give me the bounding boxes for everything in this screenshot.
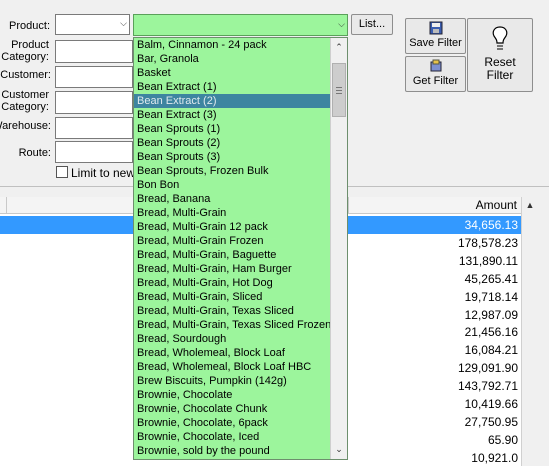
dropdown-item[interactable]: Brew Biscuits, Pumpkin (142g) [134, 374, 330, 388]
dropdown-item[interactable]: Bean Extract (1) [134, 80, 330, 94]
dropdown-item[interactable]: Basket [134, 66, 330, 80]
dropdown-item[interactable]: Bread, Multi-Grain, Ham Burger [134, 262, 330, 276]
get-filter-label: Get Filter [412, 75, 459, 87]
dropdown-item[interactable]: Bon Bon [134, 178, 330, 192]
list-button-label: List... [358, 18, 386, 30]
customer-field[interactable] [55, 66, 133, 88]
amount-cell: 19,718.14 [464, 289, 518, 304]
dropdown-item[interactable]: Bean Sprouts (1) [134, 122, 330, 136]
dropdown-item[interactable]: Brownie, sold by the pound [134, 444, 330, 458]
amount-cell: 178,578.23 [457, 235, 518, 250]
chevron-down-icon: ⌵ [338, 19, 345, 29]
reset-filter-label: Reset Filter [484, 55, 516, 82]
dropdown-items: Balm, Cinnamon - 24 pack Bar, Granola Bask… [134, 38, 331, 458]
dropdown-item[interactable]: Brownie, Chocolate [134, 388, 330, 402]
grid-scrollbar[interactable]: ▲ [521, 197, 539, 466]
dropdown-item[interactable]: Bean Sprouts (2) [134, 136, 330, 150]
dropdown-item[interactable]: Bread, Banana [134, 192, 330, 206]
grip-line [336, 93, 342, 94]
amount-cell: 16,084.21 [464, 343, 518, 358]
product-dropdown-list[interactable]: Balm, Cinnamon - 24 pack Bar, Granola Bask… [133, 37, 348, 460]
amount-cell: 34,656.13 [464, 218, 518, 232]
scroll-up-icon[interactable]: ⌃ [331, 39, 347, 55]
open-file-icon [430, 59, 441, 72]
grip-line [336, 90, 342, 91]
amount-cell: 131,890.11 [458, 253, 518, 268]
dropdown-item[interactable]: Bread, Multi-Grain, Hot Dog [134, 276, 330, 290]
amount-cell: 12,987.09 [464, 307, 518, 322]
get-filter-button[interactable]: Get Filter [405, 56, 466, 92]
scroll-down-icon[interactable]: ⌄ [331, 441, 347, 457]
reset-filter-button[interactable]: Reset Filter [467, 18, 533, 92]
amount-cell: 65.90 [487, 432, 518, 447]
dropdown-item[interactable]: Bread, Sourdough [134, 332, 330, 346]
product-name-combobox[interactable]: ⌵ [133, 14, 348, 36]
dropdown-item[interactable]: Bread, Multi-Grain 12 pack [134, 220, 330, 234]
customer-label: Customer: [0, 69, 51, 81]
dropdown-item[interactable]: Brownie, Chocolate, Iced [134, 430, 330, 444]
dropdown-item[interactable]: Brownie, Chocolate Chunk [134, 402, 330, 416]
limit-checkbox-label: Limit to new [71, 166, 133, 180]
save-disk-icon [429, 21, 442, 35]
amount-cell: 143,792.71 [457, 379, 518, 394]
save-filter-button[interactable]: Save Filter [405, 18, 466, 54]
dropdown-item[interactable]: Bread, Wholemeal, Block Loaf HBC [134, 360, 330, 374]
dropdown-item[interactable]: Bread, Multi-Grain [134, 206, 330, 220]
dropdown-item[interactable]: Bean Sprouts (3) [134, 150, 330, 164]
route-label: Route: [18, 147, 51, 159]
grip-line [336, 87, 342, 88]
customer-category-field[interactable] [55, 91, 133, 114]
warehouse-field[interactable] [55, 117, 133, 139]
dropdown-item[interactable]: Bread, Wholemeal, Block Loaf [134, 346, 330, 360]
product-category-label: Product Category: [1, 39, 49, 63]
amount-cell: 129,091.90 [457, 361, 518, 376]
dropdown-item[interactable]: Bread, Multi-Grain, Sliced [134, 290, 330, 304]
product-category-field[interactable] [55, 40, 133, 63]
amount-cell: 10,419.66 [464, 397, 518, 411]
scroll-thumb[interactable] [332, 63, 346, 117]
amount-cell: 21,456.16 [464, 325, 518, 340]
scroll-up-icon[interactable]: ▲ [522, 197, 538, 213]
dropdown-item[interactable]: Bean Extract (2) [134, 94, 330, 108]
dropdown-item[interactable]: Bar, Granola [134, 52, 330, 66]
dropdown-item[interactable]: Bread, Multi-Grain Frozen [134, 234, 330, 248]
dropdown-item[interactable]: Bean Extract (3) [134, 108, 330, 122]
amount-cell: 45,265.41 [464, 271, 518, 286]
route-field[interactable] [55, 141, 133, 163]
amount-column-header[interactable]: Amount [348, 197, 521, 214]
list-button[interactable]: List... [351, 14, 393, 35]
dropdown-item[interactable]: Brownie, Chocolate, 6pack [134, 416, 330, 430]
product-label: Product: [9, 20, 50, 32]
warehouse-label: Warehouse: [0, 120, 51, 132]
dropdown-scrollbar[interactable]: ⌃ ⌄ [330, 38, 347, 459]
amount-cell: 27,750.95 [464, 414, 518, 429]
limit-checkbox[interactable] [56, 166, 68, 178]
column-divider [6, 197, 7, 214]
dropdown-item[interactable]: Balm, Cinnamon - 24 pack [134, 38, 330, 52]
chevron-down-icon: ⌵ [120, 18, 127, 28]
dropdown-item[interactable]: Bread, Multi-Grain, Baguette [134, 248, 330, 262]
lightbulb-icon [492, 26, 508, 50]
amount-cell: 10,921.0 [471, 450, 518, 465]
save-filter-label: Save Filter [409, 37, 462, 49]
dropdown-item[interactable]: Bean Sprouts, Frozen Bulk [134, 164, 330, 178]
dropdown-item[interactable]: Bread, Multi-Grain, Texas Sliced Frozen [134, 318, 331, 332]
customer-category-label: Customer Category: [1, 89, 49, 113]
dropdown-item[interactable]: Bread, Multi-Grain, Texas Sliced [134, 304, 330, 318]
product-combobox[interactable]: ⌵ [55, 14, 130, 35]
